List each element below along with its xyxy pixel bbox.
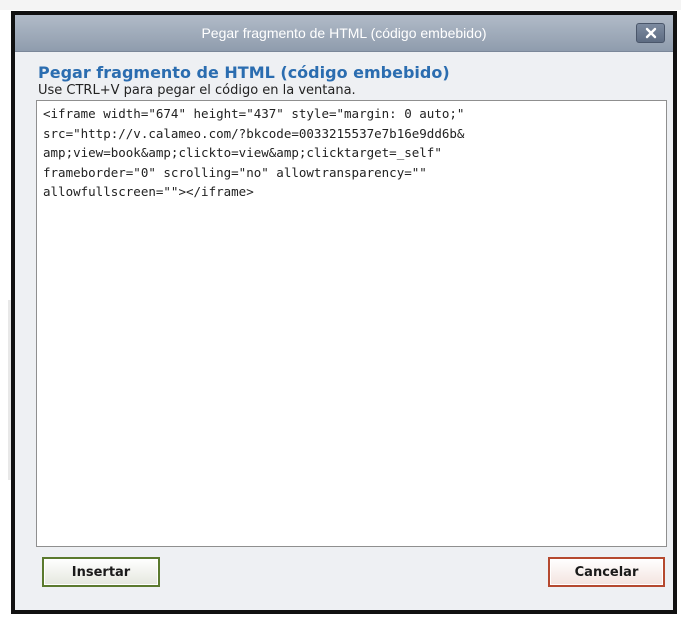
screen: Pegar fragmento de HTML (código embebido… xyxy=(0,0,681,620)
cancel-button[interactable]: Cancelar xyxy=(548,557,665,587)
html-code-textarea[interactable]: <iframe width="674" height="437" style="… xyxy=(36,100,667,547)
paste-html-dialog: Pegar fragmento de HTML (código embebido… xyxy=(15,15,673,610)
insert-button[interactable]: Insertar xyxy=(42,557,160,587)
close-button[interactable] xyxy=(636,23,665,43)
dialog-title: Pegar fragmento de HTML (código embebido… xyxy=(201,25,487,41)
dialog-titlebar[interactable]: Pegar fragmento de HTML (código embebido… xyxy=(15,15,673,52)
close-icon xyxy=(645,27,656,39)
background-page-strip xyxy=(0,0,681,10)
paste-instructions: Use CTRL+V para pegar el código en la ve… xyxy=(38,83,356,98)
dialog-heading: Pegar fragmento de HTML (código embebido… xyxy=(38,63,450,82)
